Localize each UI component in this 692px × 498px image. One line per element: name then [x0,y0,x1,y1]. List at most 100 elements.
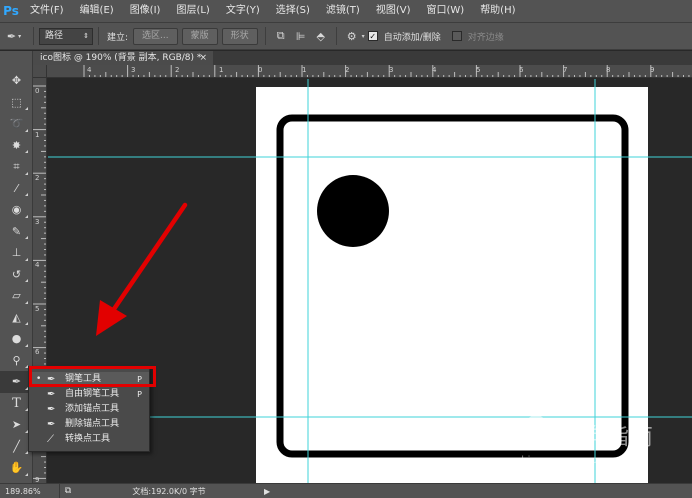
flyout-item-add-anchor[interactable]: ✒ 添加锚点工具 [29,402,149,417]
clone-stamp-tool[interactable]: ⊥ [0,242,33,264]
ruler-label: 1 [219,66,224,74]
menu-view[interactable]: 视图(V) [368,0,419,22]
brush-tool[interactable]: ✎ [0,221,33,243]
magic-wand-tool[interactable]: ✸ [0,135,33,157]
align-edges-checkbox[interactable] [451,31,462,41]
share-icon[interactable]: ⧉ [60,486,76,496]
eraser-tool[interactable]: ▱ [0,285,33,307]
photoshop-logo: Ps [3,4,19,18]
healing-brush-tool[interactable]: ◉ [0,199,33,221]
bandage-icon: ◉ [11,203,22,217]
lasso-icon: ➰ [9,117,24,131]
add-anchor-icon: ✒ [47,404,56,415]
paint-bucket-tool[interactable]: ◭ [0,307,33,329]
zoom-level[interactable]: 189.86% [0,483,60,498]
path-alignment-icon: ⊫ [295,29,306,43]
settings-button[interactable]: ⚙ [342,26,362,46]
menu-select[interactable]: 选择(S) [268,0,318,22]
separator [335,27,337,45]
ruler-label: 9 [650,66,655,74]
delete-anchor-icon: ✒ [47,419,56,430]
hand-tool[interactable]: ✋ [0,457,33,479]
pen-icon: ✒ [11,375,22,389]
menu-edit[interactable]: 编辑(E) [72,0,122,22]
history-brush-tool[interactable]: ↺ [0,264,33,286]
ruler-label: 3 [131,66,136,74]
ruler-label: 5 [35,305,40,313]
path-alignment-button[interactable]: ⊫ [291,26,311,46]
ruler-label: 4 [35,261,40,269]
document-tab[interactable]: ico图标 @ 190% (背景 副本, RGB/8) * × [33,51,213,65]
crop-tool[interactable]: ⌗ [0,156,33,178]
menu-window[interactable]: 窗口(W) [418,0,472,22]
gear-icon: ⚙ [346,29,357,43]
flyout-item-convert-point[interactable]: ⟋ 转换点工具 [29,432,149,447]
horizontal-ruler-ticks [83,65,690,77]
separator [264,27,266,45]
path-operations-button[interactable]: ⧉ [271,26,291,46]
separator [98,27,99,45]
horizontal-ruler[interactable]: 4 3 2 1 0 1 2 3 4 5 6 7 8 9 [47,65,692,78]
ruler-label: 2 [35,174,40,182]
align-edges-label: 对齐边缘 [467,32,504,43]
move-tool[interactable]: ✥ [0,70,33,92]
ruler-origin[interactable] [33,65,47,78]
make-shape-button[interactable]: 形状 [221,27,258,45]
status-menu-arrow-icon[interactable]: ▶ [256,487,270,496]
paint-bucket-icon: ◭ [12,310,21,324]
ruler-label: 2 [175,66,180,74]
freeform-pen-icon: ✒ [47,389,56,400]
stamp-icon: ⊥ [11,246,22,260]
eyedropper-tool[interactable]: ⁄ [0,178,33,200]
flyout-item-label: 转换点工具 [65,434,111,444]
blur-tool[interactable]: ● [0,328,33,350]
close-icon[interactable]: × [199,51,207,65]
ruler-label: 6 [35,348,40,356]
flyout-item-delete-anchor[interactable]: ✒ 删除锚点工具 [29,417,149,432]
flyout-item-label: 删除锚点工具 [65,419,120,429]
document-info: 文档:192.0K/0 字节 [132,486,206,496]
status-bar: 189.86% ⧉ 文档:192.0K/0 字节 ▶ [0,483,692,498]
ruler-label: 0 [258,66,263,74]
separator [33,27,34,45]
ruler-label: 3 [35,218,40,226]
make-mask-button[interactable]: 蒙版 [181,27,218,45]
ruler-label: 5 [476,66,481,74]
move-icon: ✥ [11,74,22,88]
path-arrangement-button[interactable]: ⬘ [311,26,331,46]
eyedropper-icon: ⁄ [15,181,18,195]
pen-mode-select[interactable]: 路径 ⇕ [39,27,93,45]
ruler-label: 4 [432,66,437,74]
toolbox-grip [0,51,32,70]
marquee-tool[interactable]: ⬚ [0,92,33,114]
flyout-item-freeform-pen[interactable]: ✒ 自由钢笔工具 P [29,387,149,402]
ruler-label: 0 [35,87,40,95]
ruler-label: 3 [389,66,394,74]
path-operations-icon: ⧉ [276,29,285,42]
shortcut-key: P [137,390,142,399]
lasso-tool[interactable]: ➰ [0,113,33,135]
checkmark-icon: ✓ [369,31,377,41]
type-icon: T [12,395,21,411]
options-bar: ✒ ▾ 路径 ⇕ 建立: 选区... 蒙版 形状 ⧉ ⊫ ⬘ ⚙ ▾ ✓ 自动添加… [0,22,692,50]
menu-layer[interactable]: 图层(L) [168,0,217,22]
document-canvas[interactable] [256,87,648,483]
path-arrangement-icon: ⬘ [316,29,325,43]
chevron-updown-icon: ⇕ [83,31,89,40]
marquee-icon: ⬚ [11,95,22,109]
magic-wand-icon: ✸ [11,138,22,152]
menu-image[interactable]: 图像(I) [122,0,169,22]
convert-point-icon: ⟋ [47,434,54,445]
menu-file[interactable]: 文件(F) [22,0,72,22]
highlight-box [29,366,156,387]
auto-add-delete-checkbox[interactable]: ✓ [367,31,378,41]
rounded-square-outline [276,114,629,458]
ruler-label: 1 [35,131,40,139]
path-selection-icon: ➤ [11,418,22,432]
menu-help[interactable]: 帮助(H) [472,0,523,22]
ruler-label: 1 [302,66,307,74]
tool-preset-picker[interactable]: ✒ ▾ [0,26,28,46]
menu-filter[interactable]: 滤镜(T) [318,0,368,22]
menu-type[interactable]: 文字(Y) [218,0,268,22]
make-selection-button[interactable]: 选区... [133,27,178,45]
